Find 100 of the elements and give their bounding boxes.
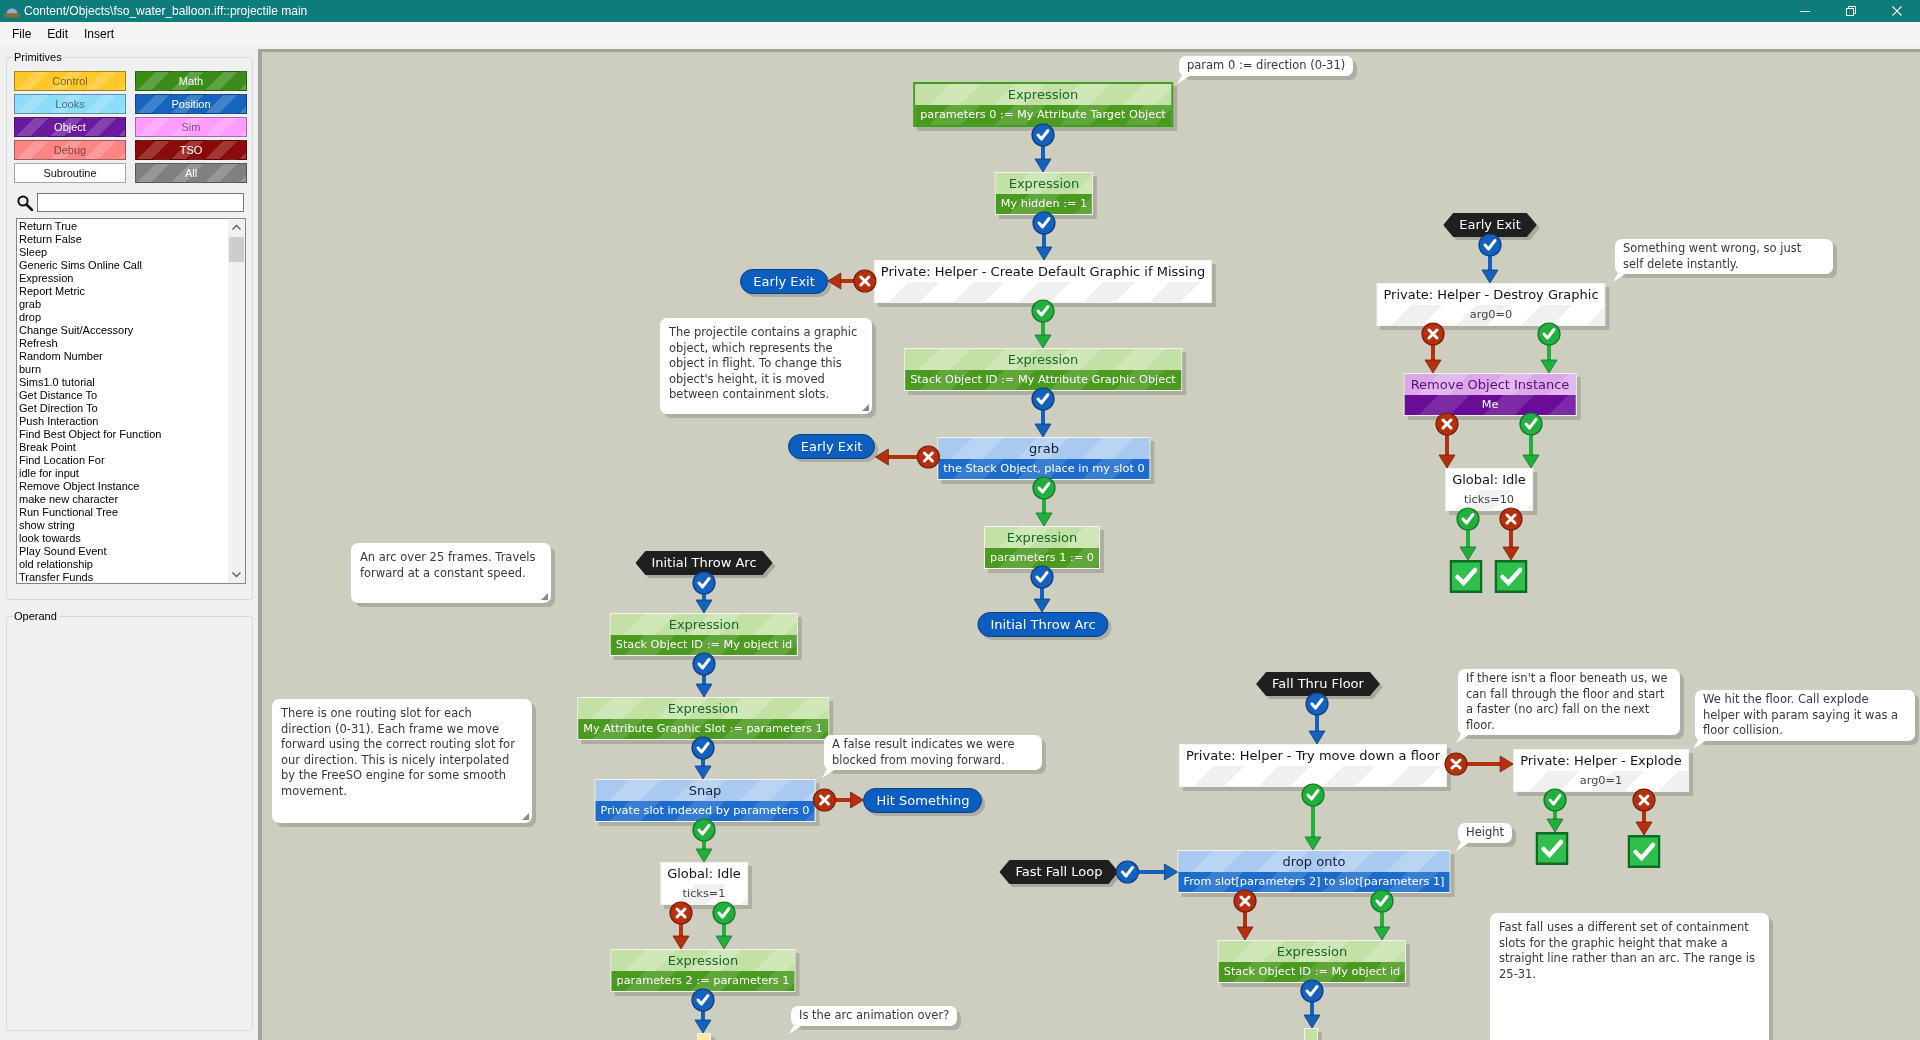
check-icon [1537,322,1561,346]
goto-node[interactable]: Initial Throw Arc [977,612,1109,637]
node-title: Snap [595,780,815,801]
label-node[interactable]: Fall Thru Floor [1256,672,1380,696]
cross-icon [1444,752,1468,776]
category-button[interactable]: Looks [14,94,126,114]
list-item[interactable]: Sleep [19,246,226,259]
list-item[interactable]: Return False [19,233,226,246]
node-title: Global: Idle [661,863,747,884]
list-item[interactable]: Find Best Object for Function [19,428,226,441]
category-button[interactable]: Position [135,94,247,114]
list-item[interactable]: old relationship [19,558,226,571]
list-item[interactable]: make new character [19,493,226,506]
close-icon[interactable] [1892,6,1902,16]
list-item[interactable]: Break Point [19,441,226,454]
scroll-thumb[interactable] [229,237,244,262]
node-title: Expression [985,527,1099,548]
list-item[interactable]: grab [19,298,226,311]
list-item[interactable]: Refresh [19,337,226,350]
node-detail: From slot[parameters 2] to slot[parameters 1] [1178,872,1450,892]
label-node[interactable]: Early Exit [1443,213,1537,237]
node-title: Expression [995,173,1093,194]
list-item[interactable]: Play Sound Event [19,545,226,558]
list-item[interactable]: look towards [19,532,226,545]
menu-item[interactable]: File [4,24,40,44]
node-detail: Me [1404,395,1576,415]
list-item[interactable]: Get Distance To [19,389,226,402]
list-item[interactable]: Return True [19,220,226,233]
list-item[interactable]: Generic Sims Online Call [19,259,226,272]
node-title: drop onto [1178,851,1450,872]
category-button[interactable]: Control [14,71,126,91]
list-item[interactable]: Get Direction To [19,402,226,415]
comment-text: A false result indicates we were blocked from moving forward. [824,735,1042,771]
check-icon [1031,299,1055,323]
check-tile-icon[interactable] [1449,560,1483,593]
resize-grip-icon[interactable] [541,593,548,600]
category-button[interactable]: Sim [135,117,247,137]
menu-item[interactable]: Edit [39,24,77,44]
node-detail: Private slot indexed by parameters 0 [595,801,815,821]
list-item[interactable]: Expression [19,272,226,285]
category-button[interactable]: Subroutine [14,163,126,183]
list-item[interactable]: Run Functional Tree [19,506,226,519]
check-icon [1032,476,1056,500]
cross-icon [916,445,940,469]
list-item[interactable]: Push Interaction [19,415,226,428]
list-item[interactable]: Random Number [19,350,226,363]
node-detail: My hidden := 1 [995,194,1093,214]
list-item[interactable]: Find Location For [19,454,226,467]
node-detail: My Attribute Graphic Slot := parameters 1 [578,719,828,739]
check-icon [1370,889,1394,913]
bubble-tail-icon [1456,734,1470,744]
menu-item[interactable]: Insert [76,24,123,44]
node-title: Expression [611,950,795,971]
goto-node[interactable]: Early Exit [740,269,828,294]
check-tile-icon[interactable] [1494,560,1528,593]
node-detail: Stack Object ID := My object id [610,635,798,655]
list-item[interactable]: drop [19,311,226,324]
bubble-tail-icon [1177,75,1191,84]
node-title: Expression [578,698,828,719]
node-detail: ticks=10 [1446,490,1532,510]
minimize-icon[interactable] [1800,10,1810,12]
check-tile-icon[interactable] [1535,832,1569,865]
check-icon [1519,412,1543,436]
search-icon [17,194,33,211]
goto-node[interactable]: Early Exit [787,434,876,459]
check-tile-icon[interactable] [1627,835,1661,868]
label-node[interactable]: Fast Fall Loop [999,860,1119,884]
list-item[interactable]: burn [19,363,226,376]
window-title: Content/Objects\fso_water_balloon.iff::projectile main [24,3,308,20]
goto-node[interactable]: Hit Something [863,788,983,813]
resize-grip-icon[interactable] [862,404,869,411]
node-title: Global: Idle [1446,469,1532,490]
list-item[interactable]: Change Suit/Accessory [19,324,226,337]
category-button[interactable]: Object [14,117,126,137]
check-icon [691,988,715,1012]
label-node[interactable]: Initial Throw Arc [635,551,773,575]
check-icon [1305,692,1329,716]
list-item[interactable]: Report Metric [19,285,226,298]
list-item[interactable]: Remove Object Instance [19,480,226,493]
node-title: Private: Helper - Destroy Graphic [1377,284,1605,305]
node-title: Expression [905,349,1181,370]
bubble-tail-icon [1456,841,1470,851]
node-title: Remove Object Instance [1404,374,1576,395]
resize-grip-icon[interactable] [522,813,529,820]
node-detail: the Stack Object, place in my slot 0 [938,459,1150,479]
group-label: Operand [12,609,59,623]
check-icon [1478,233,1502,257]
list-item[interactable]: idle for input [19,467,226,480]
scrollbar[interactable] [228,219,245,583]
list-item[interactable]: show string [19,519,226,532]
restore-icon[interactable] [1846,6,1856,16]
list-item[interactable]: Sims1.0 tutorial [19,376,226,389]
check-icon [1032,211,1056,235]
node-title: Expression [610,614,798,635]
search-field[interactable] [37,193,244,212]
check-icon [1456,507,1480,531]
category-button[interactable]: TSO [135,140,247,160]
cross-icon [812,788,837,812]
comment-text: Fast fall uses a different set of containment slots for the graphic height that make a straight line rather than an arc. The range is 25-31. [1490,913,1769,1040]
list-item[interactable]: Transfer Funds [19,571,226,584]
